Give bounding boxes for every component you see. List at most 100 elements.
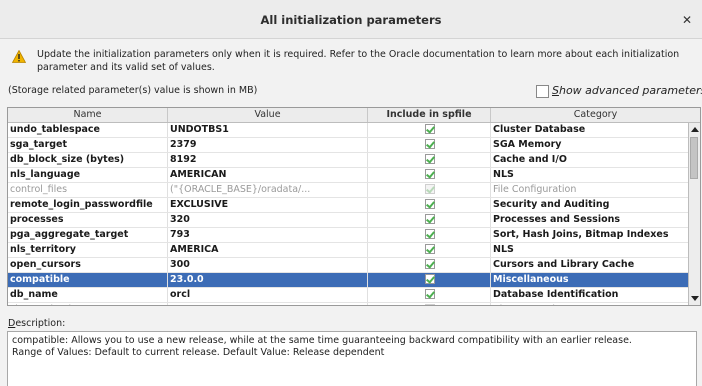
cell-name[interactable]: undo_tablespace	[8, 123, 168, 137]
advanced-checkbox-box[interactable]	[536, 85, 549, 98]
include-in-spfile-checkbox[interactable]	[424, 124, 435, 134]
table-header: Name Value Include in spfile Category	[8, 108, 700, 123]
cell-category[interactable]: Cache and I/O	[491, 153, 689, 167]
cell-include-in-spfile[interactable]	[368, 288, 491, 302]
cell-value[interactable]: ("{ORACLE_BASE}/oradata/...	[168, 183, 368, 197]
cell-category[interactable]: NLS	[491, 243, 689, 257]
parameters-table: Name Value Include in spfile Category un…	[7, 107, 701, 306]
description-text-line-2: Range of Values: Default to current rele…	[12, 347, 385, 358]
table-row[interactable]: db_block_size (bytes) 8192 Cache and I/O	[8, 153, 689, 168]
window-title: All initialization parameters	[260, 13, 442, 27]
table-row[interactable]: nls_territory AMERICA NLS	[8, 243, 689, 258]
cell-value[interactable]: EXCLUSIVE	[168, 198, 368, 212]
cell-include-in-spfile[interactable]	[368, 213, 491, 227]
column-header-value[interactable]: Value	[168, 108, 368, 122]
cell-include-in-spfile[interactable]	[368, 153, 491, 167]
cell-include-in-spfile[interactable]	[368, 243, 491, 257]
cell-name[interactable]: processes	[8, 213, 168, 227]
cell-name[interactable]: db_block_size (bytes)	[8, 153, 168, 167]
column-header-name[interactable]: Name	[8, 108, 168, 122]
include-in-spfile-checkbox[interactable]	[424, 154, 435, 164]
table-row[interactable]: remote_login_passwordfile EXCLUSIVE Securi…	[8, 198, 689, 213]
cell-value[interactable]: 8192	[168, 153, 368, 167]
cell-category[interactable]: NLS	[491, 168, 689, 182]
cell-value[interactable]: 300	[168, 258, 368, 272]
include-in-spfile-checkbox[interactable]	[424, 199, 435, 209]
table-row[interactable]: control_files ("{ORACLE_BASE}/oradata/...…	[8, 183, 689, 198]
cell-name[interactable]: compatible	[8, 273, 168, 287]
cell-category[interactable]: Cursors and Library Cache	[491, 258, 689, 272]
include-in-spfile-checkbox[interactable]	[424, 244, 435, 254]
cell-name[interactable]: nls_language	[8, 168, 168, 182]
warning-icon	[12, 50, 26, 63]
cell-name[interactable]: pga_aggregate_target	[8, 228, 168, 242]
table-row[interactable]: pga_aggregate_target 793 Sort, Hash Joins,…	[8, 228, 689, 243]
advanced-checkbox-label[interactable]: Show advanced parameters	[552, 84, 702, 97]
cell-include-in-spfile[interactable]	[368, 228, 491, 242]
cell-include-in-spfile[interactable]	[368, 258, 491, 272]
table-row[interactable]: db_name orcl Database Identification	[8, 288, 689, 303]
table-row[interactable]: sga_target 2379 SGA Memory	[8, 138, 689, 153]
table-row[interactable]: undo_tablespace UNDOTBS1 Cluster Database	[8, 123, 689, 138]
table-row[interactable]: open_cursors 300 Cursors and Library Cache	[8, 258, 689, 273]
scrollbar-thumb[interactable]	[690, 137, 698, 179]
scroll-up-arrow-icon[interactable]	[691, 127, 699, 132]
cell-category[interactable]: Database Identification	[491, 288, 689, 302]
cell-include-in-spfile[interactable]	[368, 138, 491, 152]
cell-category[interactable]: Miscellaneous	[491, 273, 689, 287]
column-header-include-in-spfile[interactable]: Include in spfile	[368, 108, 491, 122]
cell-category[interactable]: Cluster Database	[491, 123, 689, 137]
cell-include-in-spfile[interactable]	[368, 198, 491, 212]
cell-value[interactable]: 2379	[168, 138, 368, 152]
include-in-spfile-checkbox[interactable]	[424, 139, 435, 149]
cell-value[interactable]: FALSE	[168, 303, 368, 305]
cell-include-in-spfile[interactable]	[368, 273, 491, 287]
include-in-spfile-checkbox[interactable]	[424, 274, 435, 284]
table-row[interactable]: compatible 23.0.0 Miscellaneous	[8, 273, 689, 288]
cell-include-in-spfile[interactable]	[368, 123, 491, 137]
cell-value[interactable]: 793	[168, 228, 368, 242]
table-row[interactable]: cluster_databaseFALSE Cluster Database	[8, 303, 689, 305]
cell-include-in-spfile[interactable]	[368, 183, 491, 197]
include-in-spfile-checkbox[interactable]	[424, 169, 435, 179]
cell-name[interactable]: remote_login_passwordfile	[8, 198, 168, 212]
cell-value[interactable]: AMERICAN	[168, 168, 368, 182]
cell-value[interactable]: AMERICA	[168, 243, 368, 257]
vertical-scrollbar[interactable]	[688, 123, 700, 305]
table-row[interactable]: nls_language AMERICAN NLS	[8, 168, 689, 183]
include-in-spfile-checkbox[interactable]	[424, 214, 435, 224]
cell-include-in-spfile[interactable]	[368, 303, 491, 305]
cell-value[interactable]: 320	[168, 213, 368, 227]
cell-category[interactable]: Security and Auditing	[491, 198, 689, 212]
cell-category[interactable]: Processes and Sessions	[491, 213, 689, 227]
title-bar: All initialization parameters ✕	[0, 0, 702, 39]
scroll-down-arrow-icon[interactable]	[691, 296, 699, 301]
cell-name[interactable]: open_cursors	[8, 258, 168, 272]
warning-message: Update the initialization parameters onl…	[37, 49, 680, 73]
include-in-spfile-checkbox[interactable]	[424, 229, 435, 239]
column-header-category[interactable]: Category	[491, 108, 700, 122]
cell-value[interactable]: orcl	[168, 288, 368, 302]
cell-name[interactable]: control_files	[8, 183, 168, 197]
cell-category[interactable]: Sort, Hash Joins, Bitmap Indexes	[491, 228, 689, 242]
cell-name[interactable]: cluster_database	[8, 303, 168, 305]
description-label: Description:	[8, 318, 66, 329]
table-body: undo_tablespace UNDOTBS1 Cluster Database s…	[8, 123, 689, 305]
include-in-spfile-checkbox[interactable]	[424, 289, 435, 299]
cell-name[interactable]: sga_target	[8, 138, 168, 152]
table-row[interactable]: processes 320 Processes and Sessions	[8, 213, 689, 228]
cell-name[interactable]: nls_territory	[8, 243, 168, 257]
cell-name[interactable]: db_name	[8, 288, 168, 302]
cell-value[interactable]: UNDOTBS1	[168, 123, 368, 137]
description-text-line-1: compatible: Allows you to use a new rele…	[12, 335, 632, 346]
include-in-spfile-checkbox	[424, 304, 435, 305]
close-icon[interactable]: ✕	[682, 13, 692, 27]
include-in-spfile-checkbox	[424, 184, 435, 194]
cell-category[interactable]: Cluster Database	[491, 303, 689, 305]
cell-value[interactable]: 23.0.0	[168, 273, 368, 287]
include-in-spfile-checkbox[interactable]	[424, 259, 435, 269]
cell-category[interactable]: SGA Memory	[491, 138, 689, 152]
cell-include-in-spfile[interactable]	[368, 168, 491, 182]
description-text-area[interactable]: compatible: Allows you to use a new rele…	[7, 331, 697, 386]
cell-category[interactable]: File Configuration	[491, 183, 689, 197]
